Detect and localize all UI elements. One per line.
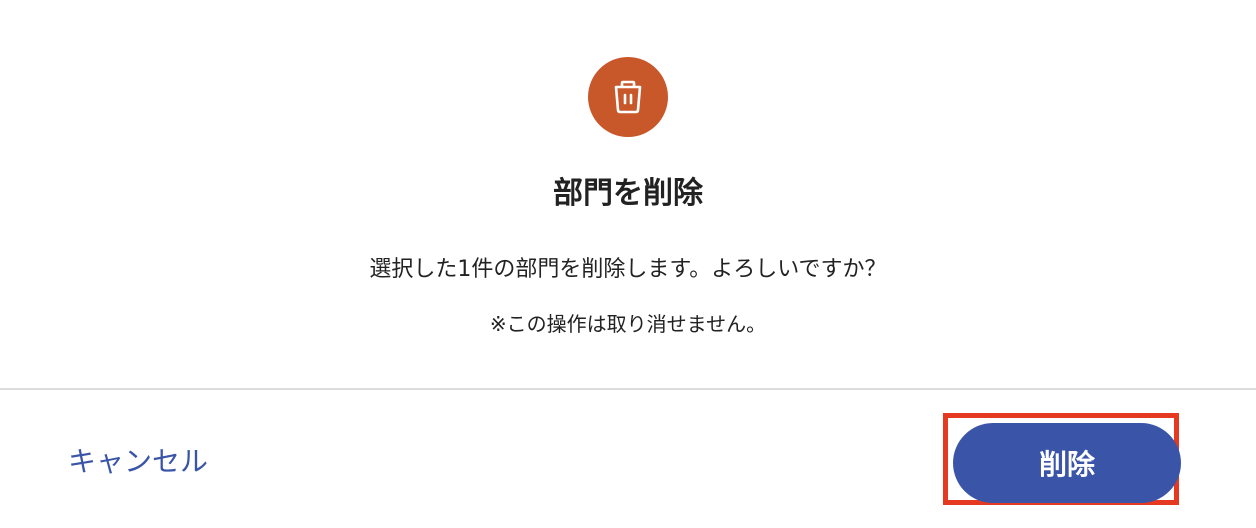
trash-icon [614,80,642,114]
delete-button[interactable]: 削除 [953,423,1181,503]
trash-icon-badge [588,57,668,137]
delete-department-dialog: 部門を削除 選択した1件の部門を削除します。よろしいですか？ ※この操作は取り消… [0,0,1256,528]
dialog-title: 部門を削除 [553,176,703,211]
dialog-message: 選択した1件の部門を削除します。よろしいですか？ [369,257,887,282]
dialog-warning: ※この操作は取り消せません。 [489,312,767,336]
cancel-button[interactable]: キャンセル [68,442,208,482]
dialog-divider [0,388,1256,390]
